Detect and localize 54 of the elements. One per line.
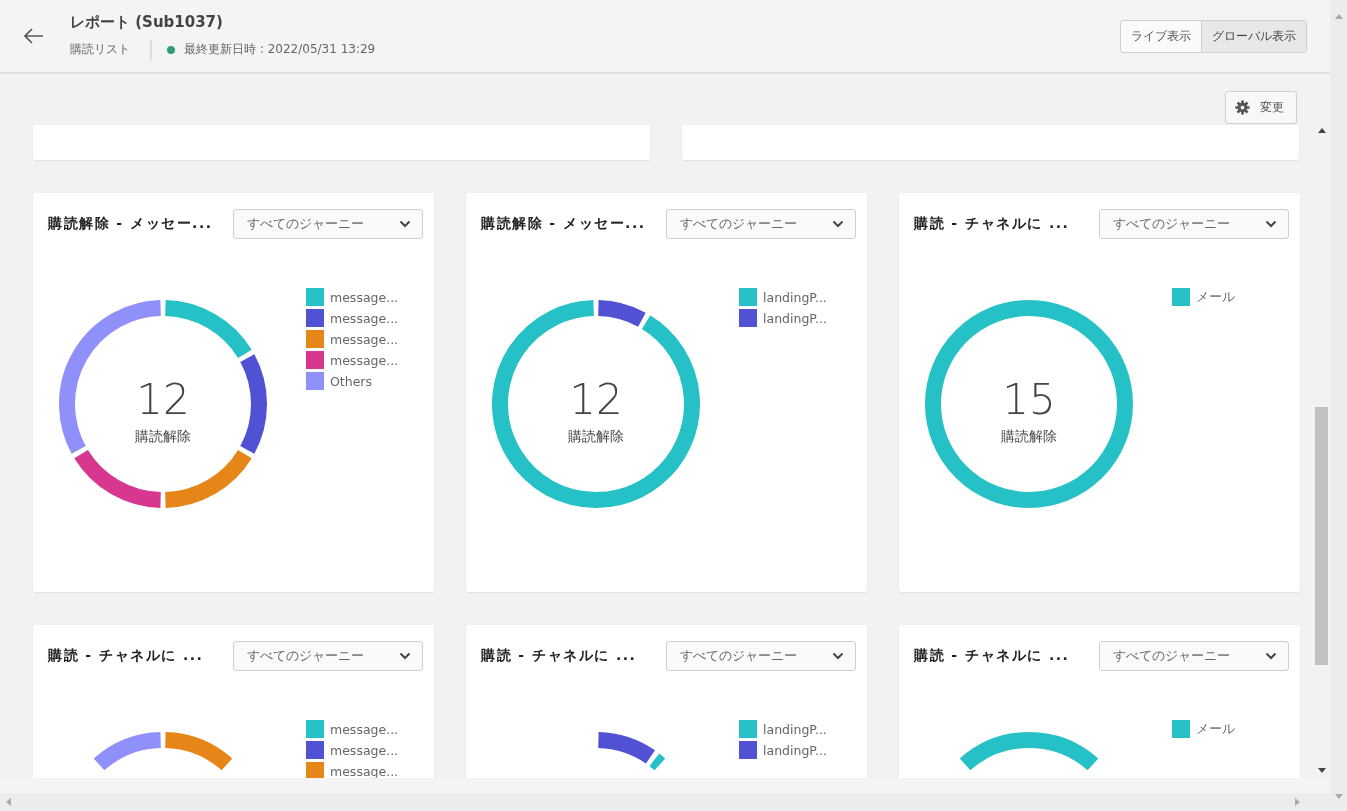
legend-label: landingP... — [763, 289, 827, 305]
card-title: 購読 - チャネルに ... — [481, 647, 637, 665]
total-count: 12 — [569, 375, 623, 424]
change-button[interactable]: 変更 — [1225, 91, 1297, 124]
breadcrumb-link[interactable]: 購読リスト — [70, 41, 130, 58]
total-label: 購読解除 — [135, 428, 191, 444]
chevron-down-icon — [832, 652, 844, 660]
legend-label: message... — [330, 289, 399, 305]
status-dot-icon — [167, 45, 175, 54]
journey-dropdown[interactable]: すべてのジャーニー — [666, 209, 856, 239]
legend-label: message... — [330, 352, 399, 368]
total-label: 購読解除 — [1001, 428, 1057, 444]
scroll-right-icon[interactable] — [1295, 798, 1300, 806]
scroll-up-icon[interactable] — [1317, 128, 1326, 133]
scrollbar-thumb[interactable] — [1315, 407, 1328, 665]
card-title: 購読解除 - メッセー... — [48, 215, 213, 233]
gear-icon — [1235, 100, 1250, 115]
chevron-down-icon — [399, 652, 411, 660]
journey-dropdown[interactable]: すべてのジャーニー — [233, 641, 423, 671]
legend-label: メール — [1196, 720, 1235, 738]
legend-label: message... — [330, 763, 399, 778]
last-updated-text: 最終更新日時 : 2022/05/31 13:29 — [184, 41, 376, 58]
journey-dropdown[interactable]: すべてのジャーニー — [233, 209, 423, 239]
page-title: レポート (Sub1037) — [70, 12, 224, 32]
card-title: 購読 - チャネルに ... — [914, 215, 1070, 233]
chevron-down-icon — [1265, 652, 1277, 660]
journey-dropdown[interactable]: すべてのジャーニー — [1099, 209, 1289, 239]
chevron-down-icon — [399, 220, 411, 228]
total-count: 15 — [1002, 375, 1056, 424]
donut-chart-drawing — [597, 732, 666, 771]
view-toggle-button[interactable]: グローバル表示 — [1201, 20, 1306, 52]
legend-label: message... — [330, 721, 399, 737]
journey-dropdown[interactable]: すべてのジャーニー — [1099, 641, 1289, 671]
legend-label: landingP... — [763, 742, 827, 758]
total-label: 購読解除 — [568, 428, 624, 444]
legend-label: メール — [1196, 288, 1235, 306]
back-arrow-icon[interactable] — [24, 28, 44, 44]
view-toggle-button[interactable]: ライブ表示 — [1121, 20, 1201, 52]
card-title: 購読 - チャネルに ... — [914, 647, 1070, 665]
journey-dropdown[interactable]: すべてのジャーニー — [666, 641, 856, 671]
card-title: 購読解除 - メッセー... — [481, 215, 646, 233]
legend-label: landingP... — [763, 721, 827, 737]
legend-label: message... — [330, 310, 399, 326]
legend-label: Others — [330, 373, 372, 389]
scroll-left-icon[interactable] — [6, 798, 11, 806]
scroll-down-icon[interactable] — [1317, 768, 1326, 773]
total-count: 12 — [136, 375, 190, 424]
legend-label: message... — [330, 742, 399, 758]
legend-label: landingP... — [763, 310, 827, 326]
chevron-down-icon — [1265, 220, 1277, 228]
horizontal-scrollbar[interactable] — [0, 793, 1330, 811]
legend-label: message... — [330, 331, 399, 347]
chevron-down-icon — [832, 220, 844, 228]
card-title: 購読 - チャネルに ... — [48, 647, 204, 665]
